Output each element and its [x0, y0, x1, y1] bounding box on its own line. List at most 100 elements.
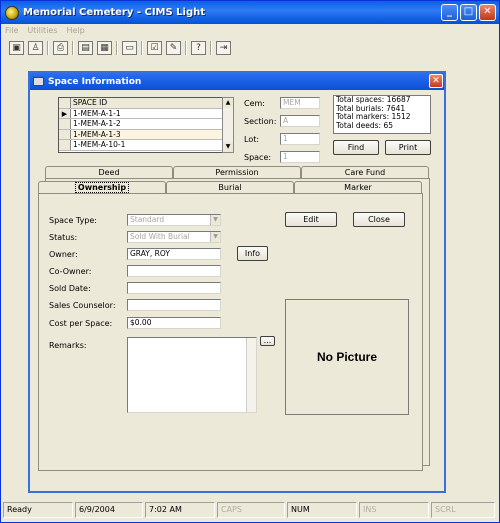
properties-icon[interactable]: ▣	[9, 41, 24, 55]
grid-row-selector	[59, 119, 71, 129]
minimize-button[interactable]: _	[441, 4, 458, 21]
sales-counselor-field[interactable]	[127, 299, 221, 311]
space-type-label: Space Type:	[49, 216, 97, 225]
grid-icon[interactable]: ▦	[97, 41, 112, 55]
space-id-grid[interactable]: SPACE ID ▶ 1-MEM-A-1-1 1-MEM-A-1-2 1-MEM…	[58, 97, 234, 153]
status-value: Sold With Burial	[130, 232, 190, 241]
statusbar: Ready 6/9/2004 7:02 AM CAPS NUM INS SCRL	[1, 499, 499, 522]
toolbar: ▣ ♙ ⎙ ▤ ▦ ▭ ☑ ✎ ? ⇥	[1, 38, 499, 58]
info-button[interactable]: Info	[237, 246, 268, 261]
status-label: Status:	[49, 233, 78, 242]
grid-row-selector	[59, 129, 71, 140]
find-button[interactable]: Find	[333, 140, 379, 155]
no-picture-text: No Picture	[316, 350, 377, 364]
grid-cell[interactable]: 1-MEM-A-1-2	[71, 119, 233, 129]
table-row[interactable]: 1-MEM-A-10-1	[59, 140, 233, 151]
space-field[interactable]: 1	[280, 151, 320, 163]
grid-cell[interactable]: 1-MEM-A-10-1	[71, 140, 233, 150]
remarks-label: Remarks:	[49, 341, 87, 350]
exit-icon[interactable]: ⇥	[216, 41, 231, 55]
lot-field[interactable]: 1	[280, 133, 320, 145]
status-caps: CAPS	[217, 502, 285, 518]
cost-per-space-label: Cost per Space:	[49, 319, 113, 328]
app-titlebar: Memorial Cemetery - CIMS Light _ □ ✕	[1, 1, 499, 24]
sales-counselor-label: Sales Counselor:	[49, 301, 116, 310]
toolbar-separator	[210, 41, 212, 55]
grid-row-selector	[59, 140, 71, 150]
scroll-up-icon[interactable]: ▲	[223, 98, 233, 108]
cem-label: Cem:	[244, 99, 265, 108]
menu-help[interactable]: Help	[67, 26, 85, 35]
edit-icon[interactable]: ✎	[166, 41, 181, 55]
tab-ownership[interactable]: Ownership	[38, 181, 166, 193]
dialog-title: Space Information	[48, 76, 142, 87]
print-icon[interactable]: ⎙	[53, 41, 68, 55]
close-button[interactable]: Close	[353, 212, 405, 227]
dialog-close-button[interactable]: ✕	[429, 74, 443, 88]
grid-cell[interactable]: 1-MEM-A-1-1	[71, 109, 233, 119]
section-field[interactable]: A	[280, 115, 320, 127]
status-time: 7:02 AM	[145, 502, 215, 518]
dialog-icon	[33, 77, 44, 86]
totals-box: Total spaces: 16687 Total burials: 7641 …	[333, 95, 431, 134]
sold-date-field[interactable]	[127, 282, 221, 294]
people-icon[interactable]: ♙	[28, 41, 43, 55]
toolbar-separator	[72, 41, 74, 55]
menu-file[interactable]: File	[5, 26, 18, 35]
owner-field[interactable]: GRAY, ROY	[127, 248, 221, 260]
cost-per-space-field[interactable]: $0.00	[127, 317, 221, 329]
close-window-button[interactable]: ✕	[479, 4, 496, 21]
section-label: Section:	[244, 117, 277, 126]
sold-date-label: Sold Date:	[49, 284, 91, 293]
chevron-down-icon[interactable]: ▼	[210, 215, 220, 225]
toolbar-separator	[116, 41, 118, 55]
tab-permission[interactable]: Permission	[173, 166, 301, 178]
toolbar-separator	[141, 41, 143, 55]
status-select[interactable]: Sold With Burial ▼	[127, 231, 221, 243]
tab-marker[interactable]: Marker	[294, 181, 422, 193]
co-owner-label: Co-Owner:	[49, 267, 92, 276]
grid-cell[interactable]: 1-MEM-A-1-3	[71, 129, 233, 140]
table-row[interactable]: ▶ 1-MEM-A-1-1	[59, 108, 233, 120]
remarks-scrollbar[interactable]	[246, 338, 256, 412]
app-title: Memorial Cemetery - CIMS Light	[23, 7, 206, 18]
space-icon[interactable]: ▤	[78, 41, 93, 55]
co-owner-field[interactable]	[127, 265, 221, 277]
status-state: Ready	[3, 502, 73, 518]
tab-burial[interactable]: Burial	[166, 181, 294, 193]
print-button[interactable]: Print	[385, 140, 431, 155]
status-scrl: SCRL	[431, 502, 495, 518]
maximize-button[interactable]: □	[460, 4, 477, 21]
menu-utilities[interactable]: Utilities	[27, 26, 57, 35]
space-type-select[interactable]: Standard ▼	[127, 214, 221, 226]
tab-deed[interactable]: Deed	[45, 166, 173, 178]
grid-header-row: SPACE ID	[59, 98, 233, 109]
lot-label: Lot:	[244, 135, 260, 144]
tab-ownership-label: Ownership	[74, 182, 130, 193]
status-ins: INS	[359, 502, 429, 518]
app-icon	[5, 5, 19, 20]
space-type-value: Standard	[130, 215, 165, 224]
grid-header-space-id: SPACE ID	[71, 98, 233, 108]
toolbar-separator	[185, 41, 187, 55]
status-num: NUM	[287, 502, 357, 518]
remarks-more-button[interactable]: ...	[260, 336, 275, 346]
dialog-titlebar: Space Information ✕	[30, 73, 444, 90]
current-row-indicator: ▶	[59, 108, 71, 119]
total-deeds: Total deeds: 65	[336, 120, 394, 130]
help-icon[interactable]: ?	[191, 41, 206, 55]
grid-row-selector	[59, 98, 71, 108]
edit-button[interactable]: Edit	[285, 212, 337, 227]
remarks-textarea[interactable]	[127, 337, 257, 413]
form-icon[interactable]: ▭	[122, 41, 137, 55]
checklist-icon[interactable]: ☑	[147, 41, 162, 55]
cem-field[interactable]: MEM	[280, 97, 320, 109]
chevron-down-icon[interactable]: ▼	[210, 232, 220, 242]
scroll-down-icon[interactable]: ▼	[223, 142, 233, 152]
tab-care-fund[interactable]: Care Fund	[301, 166, 429, 178]
grid-scrollbar[interactable]: ▲ ▼	[222, 97, 234, 153]
picture-box[interactable]: No Picture	[285, 299, 409, 415]
owner-label: Owner:	[49, 250, 78, 259]
table-row[interactable]: 1-MEM-A-1-2	[59, 119, 233, 130]
table-row[interactable]: 1-MEM-A-1-3	[59, 129, 233, 141]
